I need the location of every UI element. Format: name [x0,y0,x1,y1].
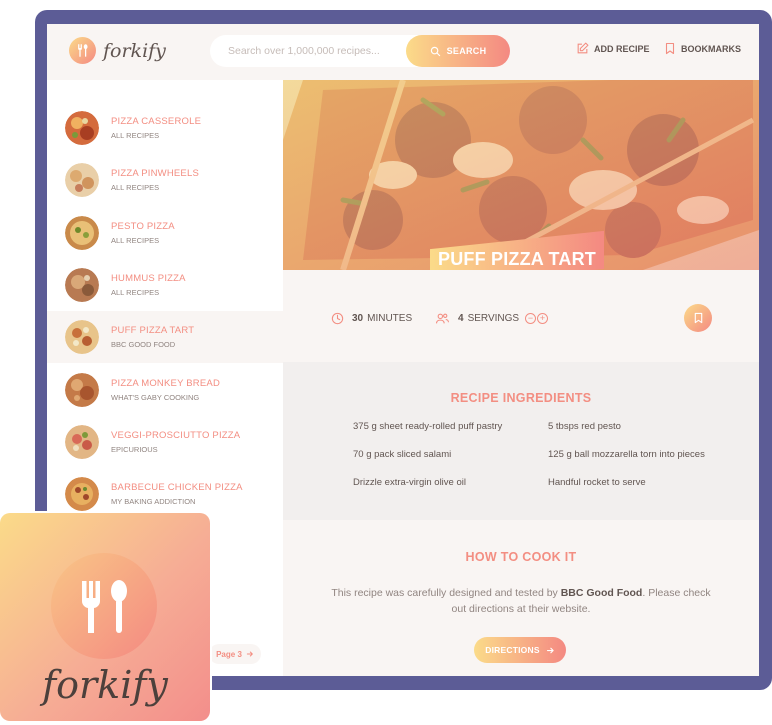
result-publisher: ALL RECIPES [111,235,160,245]
bookmarks-label: BOOKMARKS [681,43,741,54]
fork-spoon-icon [69,37,96,64]
minutes-label: MINUTES [367,313,413,324]
result-item[interactable]: PIZZA MONKEY BREAD WHAT'S GABY COOKING [47,363,283,415]
bookmark-recipe-button[interactable] [684,304,712,332]
result-publisher: EPICURIOUS [111,444,158,454]
card-logo-text: forkify [42,663,168,707]
next-page-button[interactable]: Page 3 [209,644,261,664]
recipe-title: PUFF PIZZA TART [438,248,596,269]
ingredients-title: RECIPE INGREDIENTS [450,391,592,405]
cook-publisher: BBC Good Food [560,587,643,599]
ingredient-item: 125 g ball mozzarella torn into pieces [548,449,705,460]
result-publisher: ALL RECIPES [111,131,160,141]
search-icon [430,46,440,56]
recipe-time: 30 MINUTES [331,312,412,325]
result-item[interactable]: VEGGI-PROSCIUTTO PIZZA EPICURIOUS [47,416,283,468]
minutes-value: 30 [352,313,364,324]
arrow-right-icon [246,651,253,657]
ingredient-item: 5 tbsps red pesto [548,421,621,432]
next-page-label: Page 3 [216,649,242,659]
ingredient-item: Handful rocket to serve [548,477,646,488]
cook-title: HOW TO COOK IT [465,550,577,564]
result-title: VEGGI-PROSCIUTTO PIZZA [111,429,241,441]
result-title: PIZZA PINWHEELS [111,168,199,180]
recipe-thumbnail [65,320,99,355]
increase-servings-button[interactable]: + [537,313,549,324]
cook-text-before: This recipe was carefully designed and t… [331,587,561,599]
result-item-active[interactable]: PUFF PIZZA TART BBC GOOD FOOD [47,311,283,364]
recipe-thumbnail [65,163,99,198]
results-list: PIZZA CASSEROLE ALL RECIPES PIZZA PINWHE… [47,80,283,520]
add-recipe-label: ADD RECIPE [594,43,650,54]
ingredient-list: 375 g sheet ready-rolled puff pastry 5 t… [353,421,733,489]
result-title: PIZZA CASSEROLE [111,116,202,128]
result-title: HUMMUS PIZZA [111,273,186,285]
result-publisher: ALL RECIPES [111,288,160,298]
recipe-image: PUFF PIZZA TART [283,80,759,270]
result-publisher: BBC GOOD FOOD [111,340,176,350]
ingredient-item: Drizzle extra-virgin olive oil [353,477,466,488]
arrow-right-icon [546,647,554,653]
recipe-thumbnail [65,268,99,303]
add-recipe-button[interactable]: ADD RECIPE [576,42,650,55]
directions-label: DIRECTIONS [485,645,540,655]
edit-icon [577,42,589,54]
result-title: PESTO PIZZA [111,220,175,232]
recipe-directions: HOW TO COOK IT This recipe was carefully… [283,520,759,676]
recipe-thumbnail [65,424,99,459]
result-title: PIZZA MONKEY BREAD [111,377,221,389]
result-item[interactable]: PIZZA CASSEROLE ALL RECIPES [47,102,283,154]
logo-text: forkify [103,39,166,62]
logo[interactable]: forkify [69,37,166,64]
search-form: SEARCH [210,35,510,67]
forkify-logo-card: forkify [0,513,210,721]
directions-button[interactable]: DIRECTIONS [474,637,566,663]
result-item[interactable]: PESTO PIZZA ALL RECIPES [47,207,283,259]
header: forkify SEARCH ADD RECIPE BOOKMARKS [47,24,759,80]
bookmarks-button[interactable]: BOOKMARKS [664,42,741,55]
result-publisher: WHAT'S GABY COOKING [111,392,200,402]
recipe-thumbnail [65,372,99,407]
clock-icon [331,312,344,325]
recipe-thumbnail [65,111,99,146]
servings-label: SERVINGS [467,313,520,324]
recipe-thumbnail [65,215,99,250]
search-input[interactable] [210,35,410,67]
recipe-servings: 4 SERVINGS − + [435,312,549,325]
recipe-thumbnail [65,477,99,512]
bookmark-icon [665,42,675,55]
recipe-details: 30 MINUTES 4 SERVINGS − + [283,270,759,362]
result-item[interactable]: HUMMUS PIZZA ALL RECIPES [47,259,283,311]
decrease-servings-button[interactable]: − [525,313,537,324]
fork-spoon-icon [51,553,157,659]
recipe-ingredients: RECIPE INGREDIENTS 375 g sheet ready-rol… [283,362,759,520]
recipe-view: PUFF PIZZA TART 30 MINUTES 4 SERVINGS − … [283,80,759,676]
bookmark-icon [694,312,702,324]
result-publisher: ALL RECIPES [111,183,160,193]
result-item[interactable]: PIZZA PINWHEELS ALL RECIPES [47,154,283,206]
ingredient-item: 375 g sheet ready-rolled puff pastry [353,421,503,432]
servings-controls: − + [525,313,549,324]
result-title: PUFF PIZZA TART [111,325,195,337]
servings-value: 4 [458,313,464,324]
result-publisher: MY BAKING ADDICTION [111,497,196,507]
result-title: BARBECUE CHICKEN PIZZA [111,482,243,494]
ingredient-item: 70 g pack sliced salami [353,449,452,460]
cook-description: This recipe was carefully designed and t… [331,585,711,617]
search-button[interactable]: SEARCH [406,35,510,67]
users-icon [436,313,449,324]
search-button-label: SEARCH [446,46,487,56]
